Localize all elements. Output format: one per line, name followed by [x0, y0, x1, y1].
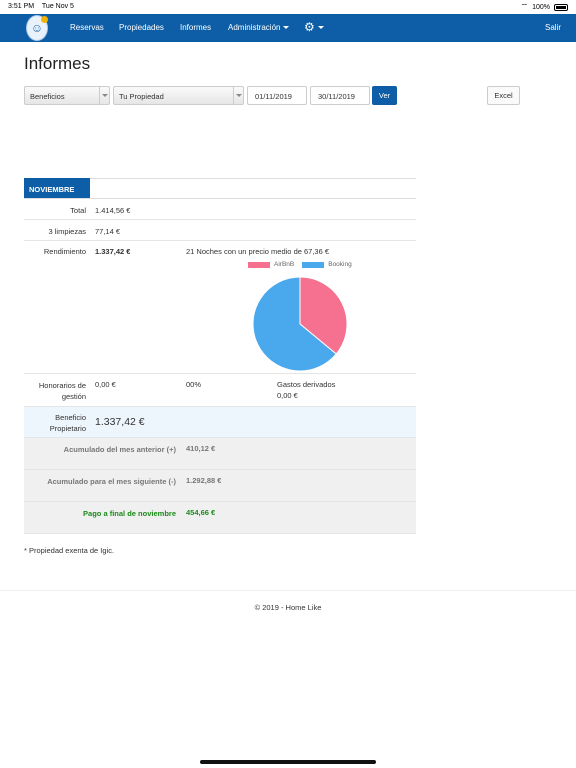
nav-administracion[interactable]: Administración: [228, 23, 290, 32]
chart-legend: AirBnB Booking: [248, 261, 360, 268]
view-button[interactable]: Ver: [372, 86, 397, 105]
end-payment-label: Pago a final de noviembre: [83, 509, 176, 518]
top-navbar: ☺ Reservas Propiedades Informes Administ…: [0, 14, 576, 42]
footnote: * Propiedad exenta de Igic.: [24, 546, 115, 555]
chevron-down-icon: [317, 26, 324, 30]
cleanings-row: 3 limpiezas 77,14 €: [24, 220, 416, 241]
end-payment-value: 454,66 €: [186, 508, 216, 517]
cleanings-value: 77,14 €: [95, 227, 121, 236]
fees-label: Honorarios de gestión: [38, 381, 86, 401]
total-label: Total: [70, 206, 86, 215]
next-accumulated-value: 1.292,88 €: [186, 476, 222, 485]
legend-label: Booking: [328, 261, 352, 268]
report-type-select[interactable]: Beneficios: [24, 86, 110, 105]
status-time-date: 3:51 PM Tue Nov 5: [8, 3, 80, 10]
property-select[interactable]: Tu Propiedad: [113, 86, 244, 105]
home-indicator[interactable]: [200, 760, 376, 764]
fees-percent: 00%: [186, 380, 202, 389]
report-type-value: Beneficios: [30, 92, 65, 101]
total-row: Total 1.414,56 €: [24, 199, 416, 220]
legend-swatch: [302, 261, 325, 268]
prev-accumulated-row: Acumulado del mes anterior (+) 410,12 €: [24, 438, 416, 470]
settings-menu[interactable]: ⚙: [304, 20, 324, 34]
owner-profit-label: Beneficio Propietario: [49, 413, 86, 433]
next-accumulated-row: Acumulado para el mes siguiente (-) 1.29…: [24, 470, 416, 502]
pie-chart: [252, 276, 348, 372]
status-date: Tue Nov 5: [41, 3, 74, 10]
date-to-input[interactable]: 30/11/2019: [310, 86, 370, 105]
fees-value: 0,00 €: [95, 380, 116, 389]
page-title: Informes: [24, 54, 91, 73]
fees-row: Honorarios de gestión 0,00 € 00% Gastos …: [24, 374, 416, 407]
divider: [0, 590, 576, 591]
next-accumulated-label: Acumulado para el mes siguiente (-): [47, 477, 176, 486]
property-value: Tu Propiedad: [119, 92, 164, 101]
gear-icon: ⚙: [304, 20, 315, 34]
nav-reservas[interactable]: Reservas: [70, 23, 104, 32]
chevron-down-icon: [99, 87, 109, 104]
status-indicators: ⌔ 100%: [521, 2, 568, 12]
legend-label: AirBnB: [274, 261, 295, 268]
yield-row: Rendimiento 1.337,42 € 21 Noches con un …: [24, 241, 416, 374]
brand-logo[interactable]: ☺: [26, 15, 48, 41]
footer-copyright: © 2019 - Home Like: [254, 603, 322, 612]
battery-icon: [554, 3, 568, 11]
yield-note: 21 Noches con un precio medio de 67,36 €: [186, 247, 330, 256]
legend-item-booking[interactable]: Booking: [302, 261, 352, 268]
status-bar: 3:51 PM Tue Nov 5 ⌔ 100%: [0, 0, 576, 14]
end-payment-row: Pago a final de noviembre 454,66 €: [24, 502, 416, 534]
legend-swatch: [248, 261, 270, 268]
chevron-down-icon: [233, 87, 243, 104]
date-from-input[interactable]: 01/11/2019: [247, 86, 307, 105]
yield-value: 1.337,42 €: [95, 247, 131, 256]
cleanings-label: 3 limpiezas: [48, 227, 86, 236]
owner-profit-row: Beneficio Propietario 1.337,42 €: [24, 407, 416, 438]
expenses-value: 0,00 €: [277, 391, 298, 400]
status-time: 3:51 PM: [8, 3, 35, 10]
prev-accumulated-label: Acumulado del mes anterior (+): [63, 445, 176, 454]
month-tab[interactable]: NOVIEMBRE: [24, 178, 90, 199]
expenses-label: Gastos derivados: [277, 380, 336, 389]
owner-profit-value: 1.337,42 €: [95, 416, 145, 428]
yield-label: Rendimiento: [43, 247, 86, 256]
nav-propiedades[interactable]: Propiedades: [119, 23, 164, 32]
nav-informes[interactable]: Informes: [180, 23, 211, 32]
legend-item-airbnb[interactable]: AirBnB: [248, 261, 294, 268]
wifi-icon: ⌔: [520, 2, 529, 11]
battery-percent: 100%: [532, 3, 550, 11]
prev-accumulated-value: 410,12 €: [186, 444, 216, 453]
excel-export-button[interactable]: Excel: [487, 86, 520, 105]
chevron-down-icon: [283, 26, 290, 30]
logout-link[interactable]: Salir: [545, 23, 561, 32]
nav-administracion-label: Administración: [228, 23, 281, 32]
total-value: 1.414,56 €: [95, 206, 131, 215]
